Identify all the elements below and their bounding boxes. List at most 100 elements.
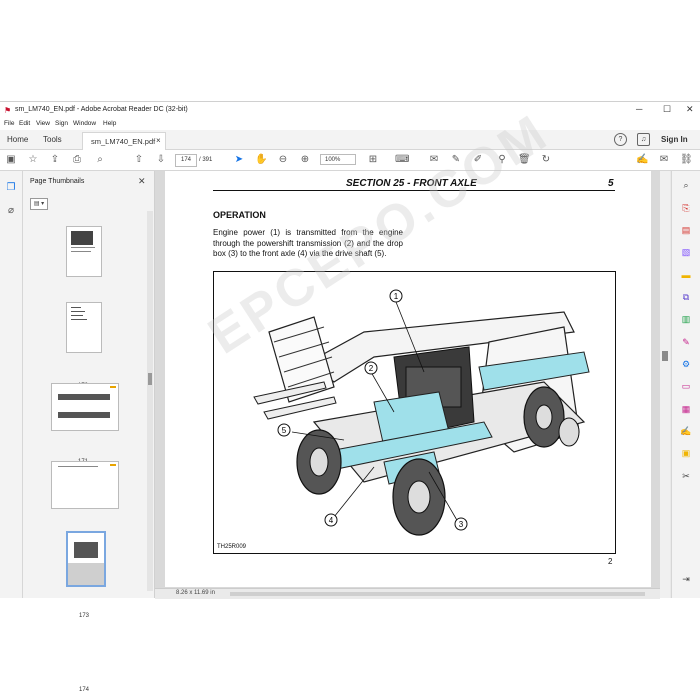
- callout-label: 5: [282, 426, 287, 435]
- navigation-strip: ❐ ⌀: [0, 171, 23, 598]
- send-for-comments-icon[interactable]: ▣: [680, 447, 692, 459]
- menu-help[interactable]: Help: [103, 120, 116, 127]
- thumbnail-preview: [68, 533, 104, 563]
- notifications-icon[interactable]: ♫: [637, 133, 650, 146]
- comment-tool-icon[interactable]: ▬: [680, 269, 692, 281]
- thumbnails-header: Page Thumbnails: [30, 178, 85, 185]
- title-bar: ⚑ sm_LM740_EN.pdf - Adobe Acrobat Reader…: [0, 102, 700, 119]
- horizontal-scrollbar-track[interactable]: [230, 592, 645, 596]
- hand-tool-icon[interactable]: ✋: [255, 154, 267, 166]
- telehandler-drawing: 1 2 3 4 5: [253, 289, 590, 536]
- thumbnail-options-button[interactable]: ▤ ▾: [30, 198, 48, 210]
- fill-sign-icon[interactable]: ✍: [636, 154, 648, 166]
- select-cursor-icon[interactable]: ➤: [233, 154, 245, 166]
- page-thumbnails-icon[interactable]: ❐: [5, 182, 17, 194]
- search-icon[interactable]: ⌕: [680, 179, 692, 191]
- thumbnail-page[interactable]: [51, 383, 119, 431]
- previous-page-icon[interactable]: ⇧: [133, 154, 145, 166]
- attachments-icon[interactable]: ⌀: [5, 205, 17, 217]
- menu-edit[interactable]: Edit: [19, 120, 30, 127]
- acrobat-window: ⚑ sm_LM740_EN.pdf - Adobe Acrobat Reader…: [0, 101, 700, 693]
- help-icon[interactable]: ?: [614, 133, 627, 146]
- tab-document-label: sm_LM740_EN.pdf: [91, 137, 156, 146]
- more-tools-icon[interactable]: ✂: [680, 470, 692, 482]
- operation-text: Engine power (1) is transmitted from the…: [213, 228, 403, 258]
- thumbnail-preview: [58, 386, 116, 418]
- vertical-scrollbar-knob[interactable]: [662, 351, 668, 361]
- stamp-icon[interactable]: ⚲: [496, 154, 508, 166]
- save-icon[interactable]: ▣: [5, 154, 17, 166]
- fit-page-icon[interactable]: ⊞: [367, 154, 379, 166]
- combine-files-icon[interactable]: ⧉: [680, 291, 692, 303]
- collapse-pane-icon[interactable]: ⇥: [680, 573, 692, 585]
- comment-icon[interactable]: ✉: [428, 154, 440, 166]
- menu-file[interactable]: File: [4, 120, 14, 127]
- tab-document[interactable]: sm_LM740_EN.pdf ×: [82, 132, 166, 150]
- next-page-icon[interactable]: ⇩: [155, 154, 167, 166]
- close-tab-icon[interactable]: ×: [156, 136, 161, 145]
- pdf-page: SECTION 25 - FRONT AXLE 5 OPERATION Engi…: [165, 171, 651, 587]
- section-number: 5: [608, 178, 614, 189]
- total-pages-label: / 391: [199, 157, 213, 163]
- thumbnail-scrollbar[interactable]: [147, 211, 153, 591]
- share-link-icon[interactable]: ⛓: [680, 154, 693, 166]
- highlight-pen-icon[interactable]: ✎: [450, 154, 462, 166]
- callout-label: 3: [459, 520, 464, 529]
- thumbnail-page[interactable]: [66, 302, 102, 353]
- share-email-icon[interactable]: ✉: [658, 154, 670, 166]
- upload-icon[interactable]: ⇪: [49, 154, 61, 166]
- rotate-icon[interactable]: ↻: [540, 154, 552, 166]
- zoom-level-select[interactable]: 100%: [320, 154, 356, 165]
- callout-label: 4: [329, 516, 334, 525]
- request-signature-icon[interactable]: ✍: [680, 425, 692, 437]
- organize-pages-icon[interactable]: ▥: [680, 313, 692, 325]
- close-panel-icon[interactable]: ✕: [138, 176, 146, 187]
- page-number-input[interactable]: 174: [175, 154, 197, 167]
- thumbnails-panel: Page Thumbnails ✕ ▤ ▾ 170 171: [23, 171, 155, 693]
- document-viewport[interactable]: SECTION 25 - FRONT AXLE 5 OPERATION Engi…: [155, 171, 660, 598]
- export-pdf-icon[interactable]: ⎘: [680, 202, 692, 214]
- menu-sign[interactable]: Sign: [55, 120, 68, 127]
- draw-icon[interactable]: ✐: [472, 154, 484, 166]
- callout-label: 1: [394, 292, 399, 301]
- page-number: 2: [608, 557, 613, 566]
- acrobat-icon: ⚑: [4, 106, 12, 115]
- thumbnail-preview: [71, 231, 95, 252]
- print-icon[interactable]: ⎙: [71, 154, 83, 166]
- vertical-scrollbar[interactable]: [660, 171, 670, 598]
- sign-in-button[interactable]: Sign In: [661, 135, 688, 144]
- tab-tools[interactable]: Tools: [43, 135, 62, 144]
- edit-pdf-icon[interactable]: ▧: [680, 246, 692, 258]
- thumbnail-label: 173: [78, 613, 89, 619]
- tab-home[interactable]: Home: [7, 135, 28, 144]
- horizontal-scrollbar[interactable]: 8.26 x 11.69 in: [155, 588, 660, 599]
- zoom-in-icon[interactable]: ⊕: [299, 154, 311, 166]
- bookmark-star-icon[interactable]: ☆: [27, 154, 39, 166]
- zoom-out-icon[interactable]: ⊖: [277, 154, 289, 166]
- thumbnail-page[interactable]: [66, 226, 102, 277]
- callout-label: 2: [369, 364, 374, 373]
- thumbnail-preview: [58, 464, 116, 467]
- minimize-button[interactable]: ─: [636, 104, 642, 114]
- figure-code: TH25R009: [217, 544, 247, 550]
- front-axle-figure: 1 2 3 4 5 TH25R009: [213, 271, 616, 554]
- window-title: sm_LM740_EN.pdf - Adobe Acrobat Reader D…: [15, 106, 188, 113]
- zoom-search-icon[interactable]: ⌕: [94, 154, 106, 166]
- prepare-form-icon[interactable]: ▭: [680, 380, 692, 392]
- send-for-signature-icon[interactable]: ▦: [680, 403, 692, 415]
- fill-sign-tool-icon[interactable]: ✎: [680, 336, 692, 348]
- thumbnail-page[interactable]: [51, 461, 119, 509]
- keyboard-icon[interactable]: ⌨: [395, 154, 409, 166]
- tools-pane: ⌕ ⎘ ▤ ▧ ▬ ⧉ ▥ ✎ ⚙ ▭ ▦ ✍ ▣ ✂ ⇥: [671, 171, 700, 598]
- close-window-button[interactable]: ✕: [686, 104, 694, 115]
- menu-view[interactable]: View: [36, 120, 50, 127]
- thumbnail-page-current[interactable]: [66, 531, 106, 587]
- thumbnail-scrollbar-knob[interactable]: [148, 373, 152, 385]
- delete-icon[interactable]: 🗑: [518, 154, 531, 166]
- menu-window[interactable]: Window: [73, 120, 96, 127]
- maximize-button[interactable]: ☐: [663, 104, 671, 115]
- section-rule: [213, 190, 615, 191]
- page-size-label: 8.26 x 11.69 in: [176, 590, 215, 596]
- create-pdf-icon[interactable]: ▤: [680, 224, 692, 236]
- protect-icon[interactable]: ⚙: [680, 358, 692, 370]
